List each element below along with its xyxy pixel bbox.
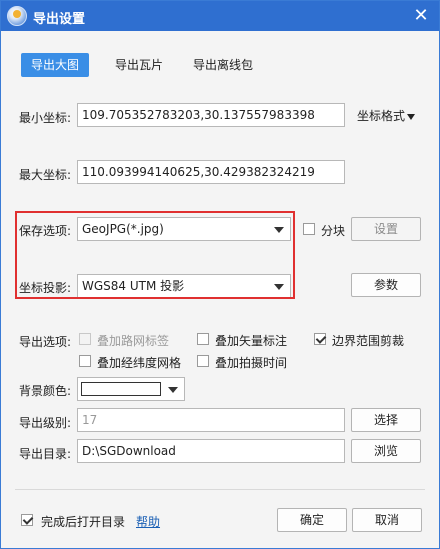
vector-label-checkbox[interactable] — [197, 333, 209, 345]
app-globe-icon — [7, 6, 27, 26]
export-level-input[interactable]: 17 — [77, 408, 345, 432]
boundary-clip-text: 边界范围剪裁 — [332, 334, 405, 348]
capture-time-text: 叠加拍摄时间 — [215, 356, 288, 370]
export-dir-input[interactable]: D:\SGDownload — [77, 439, 345, 463]
min-coord-label: 最小坐标: — [19, 111, 72, 125]
dropdown-triangle-icon — [407, 113, 416, 120]
max-coord-input[interactable]: 110.093994140625,30.429382324219 — [77, 160, 345, 184]
road-label-checkbox[interactable] — [79, 333, 91, 345]
vector-label-text: 叠加矢量标注 — [215, 334, 288, 348]
coord-format-label: 坐标格式 — [357, 109, 406, 123]
boundary-clip-checkbox[interactable] — [314, 333, 326, 345]
ok-button[interactable]: 确定 — [277, 508, 347, 532]
tile-checkbox[interactable] — [303, 223, 315, 235]
background-color-swatch — [81, 382, 161, 396]
close-icon[interactable]: ✕ — [411, 6, 431, 26]
window-title: 导出设置 — [33, 12, 86, 27]
projection-label: 坐标投影: — [19, 281, 72, 295]
lat-lon-grid-checkbox[interactable] — [79, 355, 91, 367]
params-button[interactable]: 参数 — [351, 273, 421, 297]
browse-button[interactable]: 浏览 — [351, 439, 421, 463]
footer-divider — [15, 489, 425, 490]
chevron-down-icon — [168, 387, 178, 393]
tab-export-tiles[interactable]: 导出瓦片 — [105, 53, 173, 77]
lat-lon-grid-text: 叠加经纬度网格 — [97, 356, 182, 370]
cancel-button[interactable]: 取消 — [352, 508, 422, 532]
help-link[interactable]: 帮助 — [136, 513, 160, 530]
select-level-button[interactable]: 选择 — [351, 408, 421, 432]
title-bar[interactable]: 导出设置 ✕ — [1, 1, 439, 31]
background-color-label: 背景颜色: — [19, 384, 72, 398]
open-after-label: 完成后打开目录 — [41, 515, 126, 529]
projection-select[interactable]: WGS84 UTM 投影 — [77, 274, 291, 298]
min-coord-input[interactable]: 109.705352783203,30.137557983398 — [77, 103, 345, 127]
save-option-label: 保存选项: — [19, 224, 72, 238]
save-format-value: GeoJPG(*.jpg) — [82, 222, 164, 236]
save-format-select[interactable]: GeoJPG(*.jpg) — [77, 217, 291, 241]
tab-export-offline-package[interactable]: 导出离线包 — [183, 53, 263, 77]
max-coord-label: 最大坐标: — [19, 168, 72, 182]
coord-format-menu[interactable]: 坐标格式 — [357, 107, 416, 124]
export-dir-label: 导出目录: — [19, 447, 72, 461]
road-label-text: 叠加路网标签 — [97, 334, 170, 348]
tile-label: 分块 — [321, 224, 346, 238]
export-settings-dialog: 导出设置 ✕ 导出大图 导出瓦片 导出离线包 最小坐标: 109.7053527… — [0, 0, 440, 549]
chevron-down-icon — [274, 227, 284, 233]
open-after-checkbox[interactable] — [21, 514, 33, 526]
projection-value: WGS84 UTM 投影 — [82, 279, 185, 293]
settings-button[interactable]: 设置 — [351, 217, 421, 241]
chevron-down-icon — [274, 284, 284, 290]
capture-time-checkbox[interactable] — [197, 355, 209, 367]
export-options-label: 导出选项: — [19, 335, 72, 349]
export-level-label: 导出级别: — [19, 416, 72, 430]
tab-export-large-image[interactable]: 导出大图 — [21, 53, 90, 77]
